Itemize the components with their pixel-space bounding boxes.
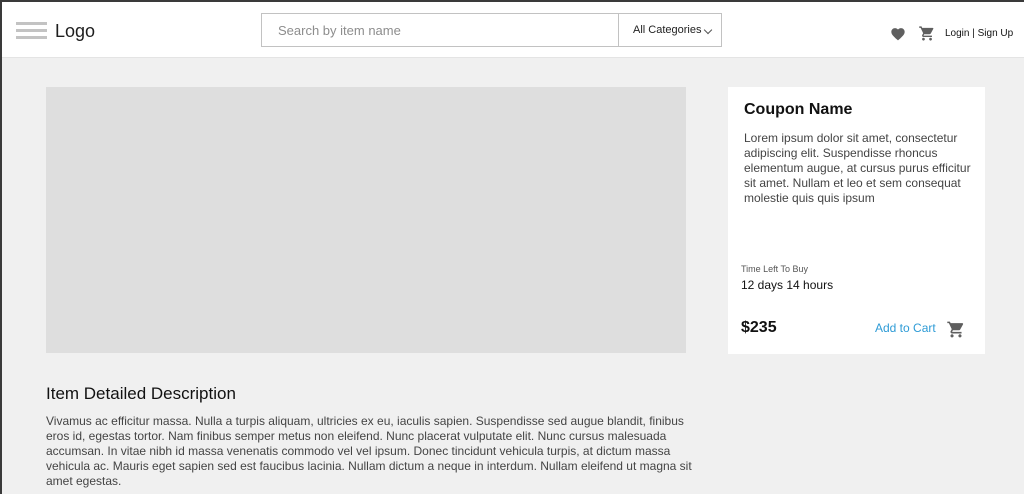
coupon-name: Coupon Name xyxy=(744,101,853,118)
add-to-cart-button[interactable]: Add to Cart xyxy=(875,321,936,335)
app-frame: Logo All Categories Login | Sign Up Coup… xyxy=(0,0,1024,494)
top-header: Logo All Categories Login | Sign Up xyxy=(2,2,1024,58)
time-left-value: 12 days 14 hours xyxy=(741,278,834,292)
category-select-label: All Categories xyxy=(633,24,702,36)
heart-icon[interactable] xyxy=(890,26,906,41)
item-description-body: Vivamus ac efficitur massa. Nulla a turp… xyxy=(46,414,692,488)
coupon-card: Coupon Name Lorem ipsum dolor sit amet, … xyxy=(728,87,985,354)
time-left-label: Time Left To Buy xyxy=(741,264,809,274)
item-description-title: Item Detailed Description xyxy=(46,384,236,403)
category-select[interactable]: All Categories xyxy=(618,14,721,46)
price: $235 xyxy=(741,319,777,336)
coupon-description: Lorem ipsum dolor sit amet, consectetur … xyxy=(744,131,971,205)
chevron-down-icon xyxy=(703,25,713,35)
search-input[interactable] xyxy=(262,14,618,46)
search-bar: All Categories xyxy=(261,13,722,47)
cart-icon[interactable] xyxy=(918,25,936,42)
logo[interactable]: Logo xyxy=(55,21,95,42)
login-signup-link[interactable]: Login | Sign Up xyxy=(945,28,1013,39)
item-image-placeholder xyxy=(46,87,686,353)
add-to-cart-cart-icon[interactable] xyxy=(946,320,966,339)
hamburger-menu-icon[interactable] xyxy=(16,22,47,40)
